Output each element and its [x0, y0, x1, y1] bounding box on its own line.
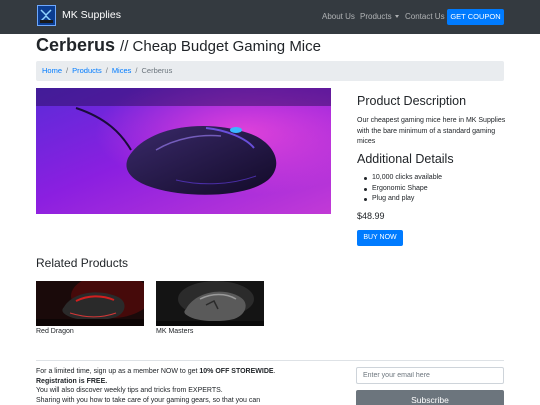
breadcrumb-separator: /	[135, 66, 138, 75]
breadcrumb: Home / Products / Mices / Cerberus	[36, 61, 504, 81]
nav-contact-us[interactable]: Contact Us	[405, 12, 445, 21]
product-subtitle: // Cheap Budget Gaming Mice	[120, 38, 321, 55]
promo-free-registration: Registration is FREE.	[36, 377, 108, 385]
related-product-image-mk-masters[interactable]	[156, 281, 264, 326]
product-name: Cerberus	[36, 35, 116, 55]
product-description-text: Our cheapest gaming mice here in MK Supp…	[357, 117, 506, 145]
page-title: Cerberus // Cheap Budget Gaming Mice	[36, 35, 321, 56]
section-divider	[36, 360, 504, 361]
list-item: Plug and play	[362, 194, 442, 205]
brand-name[interactable]: MK Supplies	[62, 9, 121, 21]
related-product-name[interactable]: MK Masters	[156, 328, 193, 335]
breadcrumb-products[interactable]: Products	[72, 66, 102, 75]
product-image	[36, 88, 331, 214]
chevron-down-icon	[394, 15, 399, 18]
details-list: 10,000 clicks available Ergonomic Shape …	[362, 173, 442, 205]
promo-discount: 10% OFF STOREWIDE	[199, 368, 274, 375]
newsletter-promo-text: For a limited time, sign up as a member …	[36, 367, 336, 405]
related-product-image-red-dragon[interactable]	[36, 281, 144, 326]
related-products-heading: Related Products	[36, 256, 129, 270]
product-description-heading: Product Description	[357, 94, 467, 108]
nav-products-label: Products	[360, 12, 392, 21]
list-item: 10,000 clicks available	[362, 173, 442, 184]
navbar: MK Supplies About Us Products Contact Us…	[0, 0, 540, 34]
nav-about-us[interactable]: About Us	[322, 12, 355, 21]
nav-products-dropdown[interactable]: Products	[360, 12, 399, 21]
brand-logo[interactable]	[37, 5, 56, 26]
promo-line: You will also discover weekly tips and t…	[36, 387, 223, 394]
breadcrumb-current: Cerberus	[141, 66, 173, 75]
promo-text: For a limited time, sign up as a member …	[36, 368, 200, 375]
product-price: $48.99	[357, 211, 385, 221]
subscribe-button[interactable]: Subscribe	[356, 390, 504, 405]
promo-line: Registration is FREE.	[36, 377, 336, 387]
promo-line: Sharing with you how to take care of you…	[36, 396, 261, 404]
breadcrumb-mices[interactable]: Mices	[112, 66, 132, 75]
buy-now-button[interactable]: BUY NOW	[357, 230, 403, 246]
get-coupon-button[interactable]: GET COUPON	[447, 9, 504, 25]
email-input[interactable]	[356, 367, 504, 384]
related-product-name[interactable]: Red Dragon	[36, 328, 74, 335]
breadcrumb-separator: /	[66, 66, 69, 75]
list-item: Ergonomic Shape	[362, 184, 442, 195]
promo-text: .	[273, 368, 276, 375]
promo-line: For a limited time, sign up as a member …	[36, 367, 336, 377]
breadcrumb-home[interactable]: Home	[42, 66, 62, 75]
additional-details-heading: Additional Details	[357, 152, 454, 166]
breadcrumb-separator: /	[105, 66, 108, 75]
